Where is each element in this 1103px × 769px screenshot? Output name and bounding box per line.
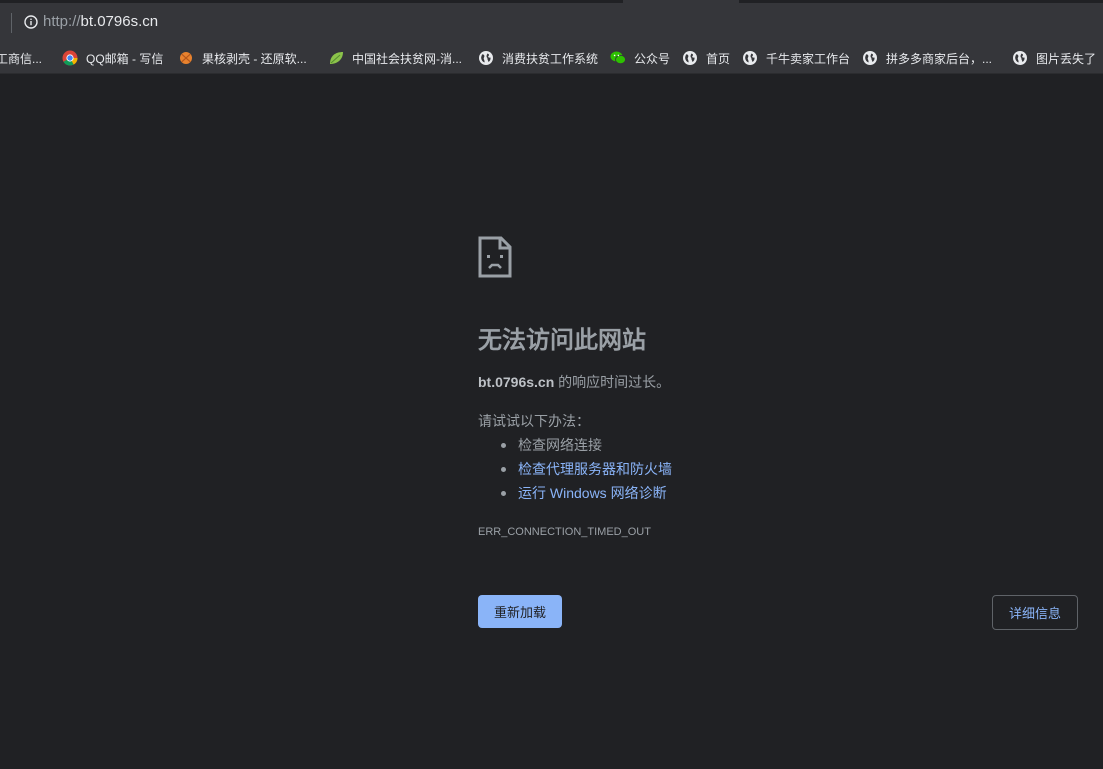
reload-button[interactable]: 重新加载 [478,595,562,628]
sad-page-icon [478,236,512,278]
orange-ball-icon [180,52,192,64]
bookmark-label: 千牛卖家工作台 [766,51,851,66]
error-host: bt.0796s.cn [478,374,555,390]
leaf-icon [330,52,343,64]
bookmark-label: 消费扶贫工作系统 [502,51,599,66]
globe-icon [1013,51,1027,65]
bookmark-item[interactable]: 首页 [682,49,730,67]
details-button[interactable]: 详细信息 [992,595,1078,630]
bookmark-item[interactable]: 工商信... [0,49,42,67]
globe-icon [683,51,697,65]
error-page: 无法访问此网站 bt.0796s.cn 的响应时间过长。 请试试以下办法： 检查… [0,74,1103,769]
bookmark-item[interactable]: QQ邮箱 - 写信 [62,49,163,67]
bookmark-item[interactable]: 拼多多商家后台，... [862,49,992,67]
globe-icon [743,51,757,65]
bookmark-label: 公众号 [634,51,671,66]
suggestions-list: 检查网络连接 检查代理服务器和防火墙 运行 Windows 网络诊断 [498,436,672,508]
chrome-icon [62,50,78,66]
bookmarks-bar: 工商信... QQ邮箱 - 写信 果核剥壳 - 还原软... 中国社会扶贫网-消… [0,41,1103,74]
url-scheme: http:// [43,13,81,30]
wechat-icon [610,51,626,65]
error-summary: bt.0796s.cn 的响应时间过长。 [478,373,670,391]
globe-icon [863,51,877,65]
page-title: 无法访问此网站 [478,327,646,354]
suggestion-check-proxy-link[interactable]: 检查代理服务器和防火墙 [498,460,672,484]
bookmark-label: 工商信... [0,51,43,66]
error-summary-text: 的响应时间过长。 [554,374,671,390]
bookmark-item[interactable]: 中国社会扶贫网-消... [328,49,462,67]
address-bar: http://bt.0796s.cn [0,3,1103,41]
bookmark-item[interactable]: 果核剥壳 - 还原软... [178,49,307,67]
bookmark-label: 中国社会扶贫网-消... [352,51,462,66]
bookmark-label: 拼多多商家后台，... [886,51,993,66]
bookmark-item[interactable]: 千牛卖家工作台 [742,49,850,67]
bookmark-label: 果核剥壳 - 还原软... [202,51,307,66]
suggestion-run-diagnostics-link[interactable]: 运行 Windows 网络诊断 [498,484,672,508]
bookmark-label: 图片丢失了 [1036,51,1097,66]
bookmark-item[interactable]: 图片丢失了 [1012,49,1096,67]
bookmark-item[interactable]: 公众号 [610,49,670,67]
suggestion-check-connection: 检查网络连接 [498,436,672,460]
suggestions-heading: 请试试以下办法： [478,413,590,429]
url-host: bt.0796s.cn [80,13,159,30]
globe-icon [479,51,493,65]
toolbar-separator [11,13,12,33]
info-icon[interactable] [24,15,38,29]
bookmark-label: QQ邮箱 - 写信 [86,51,164,66]
bookmark-item[interactable]: 消费扶贫工作系统 [478,49,598,67]
bookmark-label: 首页 [706,51,731,66]
error-code: ERR_CONNECTION_TIMED_OUT [478,526,651,538]
url-text[interactable]: http://bt.0796s.cn [43,13,158,31]
